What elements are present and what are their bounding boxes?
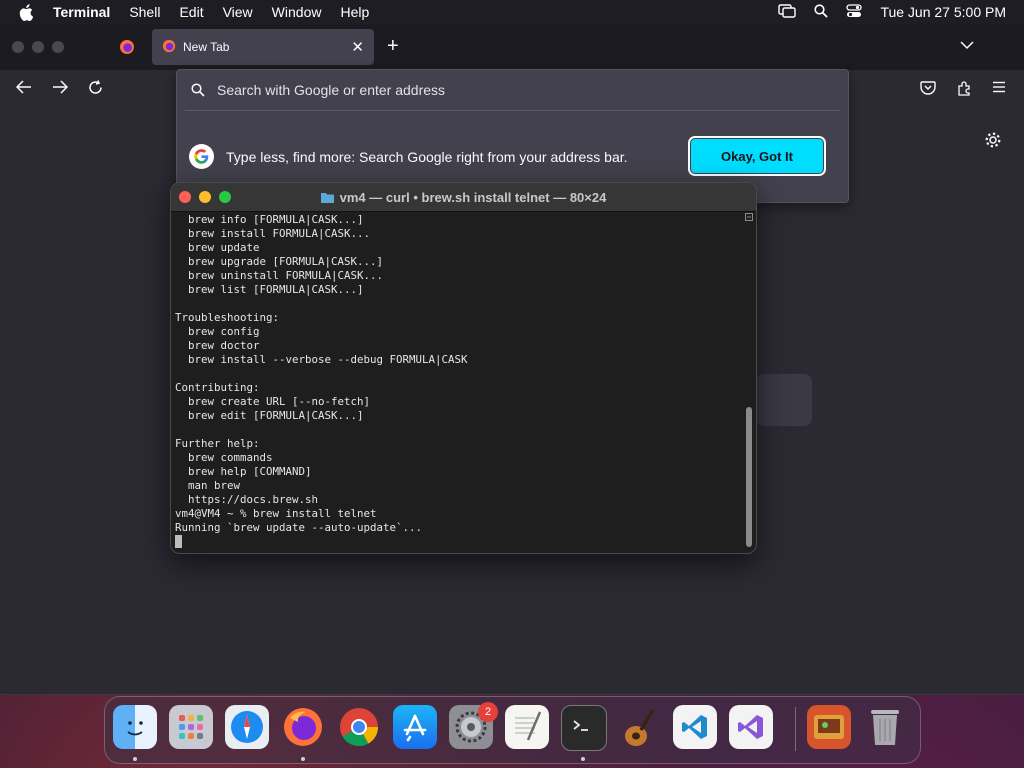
urlbar: [177, 70, 848, 110]
terminal-scroll-thumb[interactable]: [746, 407, 752, 547]
extensions-icon[interactable]: [956, 80, 972, 101]
terminal-icon[interactable]: [561, 705, 607, 751]
tab-title: New Tab: [183, 40, 230, 54]
vscode-icon[interactable]: [673, 705, 717, 749]
notification-badge: 2: [478, 702, 498, 722]
firefox-icon: [162, 39, 176, 56]
tab-new-tab[interactable]: New Tab ✕: [152, 29, 374, 65]
terminal-minimize-button[interactable]: [199, 191, 211, 203]
gear-icon[interactable]: [984, 131, 1002, 154]
terminal-line: brew create URL [--no-fetch]: [175, 395, 371, 408]
terminal-title: vm4 — curl • brew.sh install telnet — 80…: [339, 189, 607, 205]
firefox-icon: [120, 40, 134, 54]
menu-shell[interactable]: Shell: [129, 4, 160, 20]
terminal-line: brew list [FORMULA|CASK...]: [175, 283, 364, 296]
terminal-close-button[interactable]: [179, 191, 191, 203]
close-tab-icon[interactable]: ✕: [351, 38, 364, 56]
launchpad-icon[interactable]: [169, 705, 213, 749]
running-indicator: [581, 757, 585, 761]
trash-icon[interactable]: [863, 705, 907, 749]
forward-arrow-icon[interactable]: [52, 80, 69, 99]
safari-icon[interactable]: [225, 705, 269, 749]
menu-edit[interactable]: Edit: [179, 4, 203, 20]
terminal-line: brew config: [175, 325, 260, 338]
terminal-line: brew help [COMMAND]: [175, 465, 312, 478]
terminal-line: brew info [FORMULA|CASK...]: [175, 213, 364, 226]
shortcut-tile[interactable]: [756, 374, 812, 426]
dock-divider: [795, 707, 796, 751]
url-input[interactable]: [215, 81, 799, 99]
terminal-line: brew install --verbose --debug FORMULA|C…: [175, 353, 468, 366]
dock: [104, 696, 921, 764]
hamburger-menu-icon[interactable]: [992, 80, 1006, 98]
terminal-line: brew doctor: [175, 339, 260, 352]
terminal-line: Troubleshooting:: [175, 311, 280, 324]
terminal-line: Running `brew update --auto-update`...: [175, 521, 423, 534]
terminal-line: Further help:: [175, 437, 260, 450]
window-close-button[interactable]: [12, 41, 24, 53]
running-indicator: [133, 757, 137, 761]
terminal-line: https://docs.brew.sh: [175, 493, 319, 506]
app-store-icon[interactable]: [393, 705, 437, 749]
chrome-icon[interactable]: [337, 705, 381, 749]
terminal-line: brew commands: [175, 451, 273, 464]
window-minimize-button[interactable]: [32, 41, 44, 53]
photo-app-icon[interactable]: [807, 705, 851, 749]
chevron-down-icon[interactable]: [960, 37, 974, 55]
terminal-prompt-line: vm4@VM4 ~ % brew install telnet: [175, 507, 377, 520]
tab-strip: New Tab ✕ +: [0, 24, 1024, 70]
menu-bar: Terminal Shell Edit View Window Help Tue…: [0, 0, 1024, 24]
control-center-icon[interactable]: [846, 3, 863, 21]
terminal-window: vm4 — curl • brew.sh install telnet — 80…: [170, 182, 757, 554]
scroll-marker-icon: [745, 213, 753, 221]
terminal-line: brew uninstall FORMULA|CASK...: [175, 269, 384, 282]
folder-icon: [320, 192, 334, 203]
menu-app-terminal[interactable]: Terminal: [53, 4, 110, 20]
terminal-line: brew install FORMULA|CASK...: [175, 227, 371, 240]
menu-clock[interactable]: Tue Jun 27 5:00 PM: [880, 4, 1006, 20]
search-icon: [191, 83, 205, 97]
terminal-line: brew edit [FORMULA|CASK...]: [175, 409, 364, 422]
pocket-icon[interactable]: [920, 80, 936, 100]
back-arrow-icon[interactable]: [15, 80, 32, 99]
new-tab-plus-icon[interactable]: +: [387, 35, 399, 58]
window-zoom-button[interactable]: [52, 41, 64, 53]
menu-help[interactable]: Help: [340, 4, 369, 20]
menu-view[interactable]: View: [223, 4, 253, 20]
terminal-line: man brew: [175, 479, 241, 492]
screen-mirroring-icon[interactable]: [778, 3, 797, 21]
textedit-icon[interactable]: [505, 705, 549, 749]
reload-icon[interactable]: [88, 80, 103, 100]
terminal-line: brew upgrade [FORMULA|CASK...]: [175, 255, 384, 268]
finder-icon[interactable]: [113, 705, 157, 749]
terminal-cursor: [175, 535, 182, 548]
terminal-zoom-button[interactable]: [219, 191, 231, 203]
garageband-icon[interactable]: [617, 705, 661, 749]
terminal-line: Contributing:: [175, 381, 260, 394]
spotlight-search-icon[interactable]: [814, 3, 829, 21]
firefox-icon[interactable]: [281, 705, 325, 749]
terminal-line: brew update: [175, 241, 260, 254]
google-logo-icon: [189, 144, 214, 174]
visual-studio-icon[interactable]: [729, 705, 773, 749]
running-indicator: [301, 757, 305, 761]
pinned-tab-firefox[interactable]: [108, 30, 146, 64]
terminal-titlebar[interactable]: vm4 — curl • brew.sh install telnet — 80…: [171, 183, 756, 212]
tip-message: Type less, find more: Search Google righ…: [226, 149, 628, 165]
apple-menu-icon[interactable]: [18, 3, 34, 21]
terminal-output[interactable]: brew info [FORMULA|CASK...] brew install…: [175, 212, 735, 551]
menu-window[interactable]: Window: [272, 4, 322, 20]
okay-got-it-button[interactable]: Okay, Got It: [688, 136, 826, 176]
